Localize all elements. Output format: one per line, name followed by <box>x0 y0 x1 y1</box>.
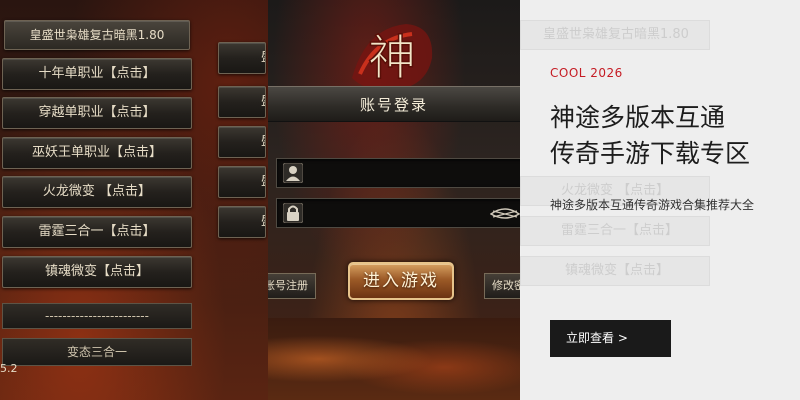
show-password-icon[interactable] <box>490 208 520 220</box>
username-field[interactable] <box>276 158 520 188</box>
battle-artwork <box>268 318 520 400</box>
headline-line-1: 神途多版本互通 <box>550 103 726 132</box>
server-item-1[interactable]: 十年单职业【点击】 <box>2 58 192 90</box>
version-label: 5.2 <box>0 362 18 375</box>
login-panel: 神 账号登录 账号注册 进入游戏 修改密码 <box>268 0 520 400</box>
ghost-server-item-6: 镇魂微变【点击】 <box>520 256 710 286</box>
promo-description: 神途多版本互通传奇游戏合集推荐大全 <box>550 198 755 212</box>
lock-icon <box>283 203 303 223</box>
server-item-5[interactable]: 雷霆三合一【点击】 <box>2 216 192 248</box>
list-divider: ------------------------ <box>2 303 192 329</box>
server-item-6[interactable]: 镇魂微变【点击】 <box>2 256 192 288</box>
modify-password-button[interactable]: 修改密码 <box>484 273 520 299</box>
view-now-button[interactable]: 立即查看 > <box>550 320 671 357</box>
enter-game-button[interactable]: 进入游戏 <box>348 262 454 300</box>
ghost-server-item-5: 雷霆三合一【点击】 <box>520 216 710 246</box>
server-item-4[interactable]: 火龙微变 【点击】 <box>2 176 192 208</box>
promo-headline: 神途多版本互通 传奇手游下载专区 <box>550 100 800 172</box>
side-server-button-4[interactable]: 盛 <box>218 166 266 198</box>
promo-panel: 皇盛世枭雄复古暗黑1.80 火龙微变 【点击】 雷霆三合一【点击】 镇魂微变【点… <box>520 0 800 400</box>
register-button[interactable]: 账号注册 <box>268 273 316 299</box>
logo-glyph: 神 <box>368 30 416 86</box>
user-icon <box>283 163 303 183</box>
login-header: 账号登录 <box>268 86 520 122</box>
password-field[interactable] <box>276 198 520 228</box>
side-server-button-3[interactable]: 盛 <box>218 126 266 158</box>
side-server-button-5[interactable]: 盛 <box>218 206 266 238</box>
promo-tag: COOL 2026 <box>550 66 623 80</box>
side-server-button-1[interactable]: 盛 <box>218 42 266 74</box>
side-server-button-2[interactable]: 盛 <box>218 86 266 118</box>
headline-line-2: 传奇手游下载专区 <box>550 139 751 168</box>
server-item-2[interactable]: 穿越单职业【点击】 <box>2 97 192 129</box>
server-item-partial[interactable]: 变态三合一 <box>2 338 192 366</box>
game-logo: 神 <box>352 24 433 91</box>
server-list-panel: 皇盛世枭雄复古暗黑1.80 十年单职业【点击】 穿越单职业【点击】 巫妖王单职业… <box>0 0 268 400</box>
login-title: 账号登录 <box>359 96 428 114</box>
ghost-server-title: 皇盛世枭雄复古暗黑1.80 <box>520 20 710 50</box>
server-item-3[interactable]: 巫妖王单职业【点击】 <box>2 137 192 169</box>
server-title-button[interactable]: 皇盛世枭雄复古暗黑1.80 <box>4 20 190 50</box>
